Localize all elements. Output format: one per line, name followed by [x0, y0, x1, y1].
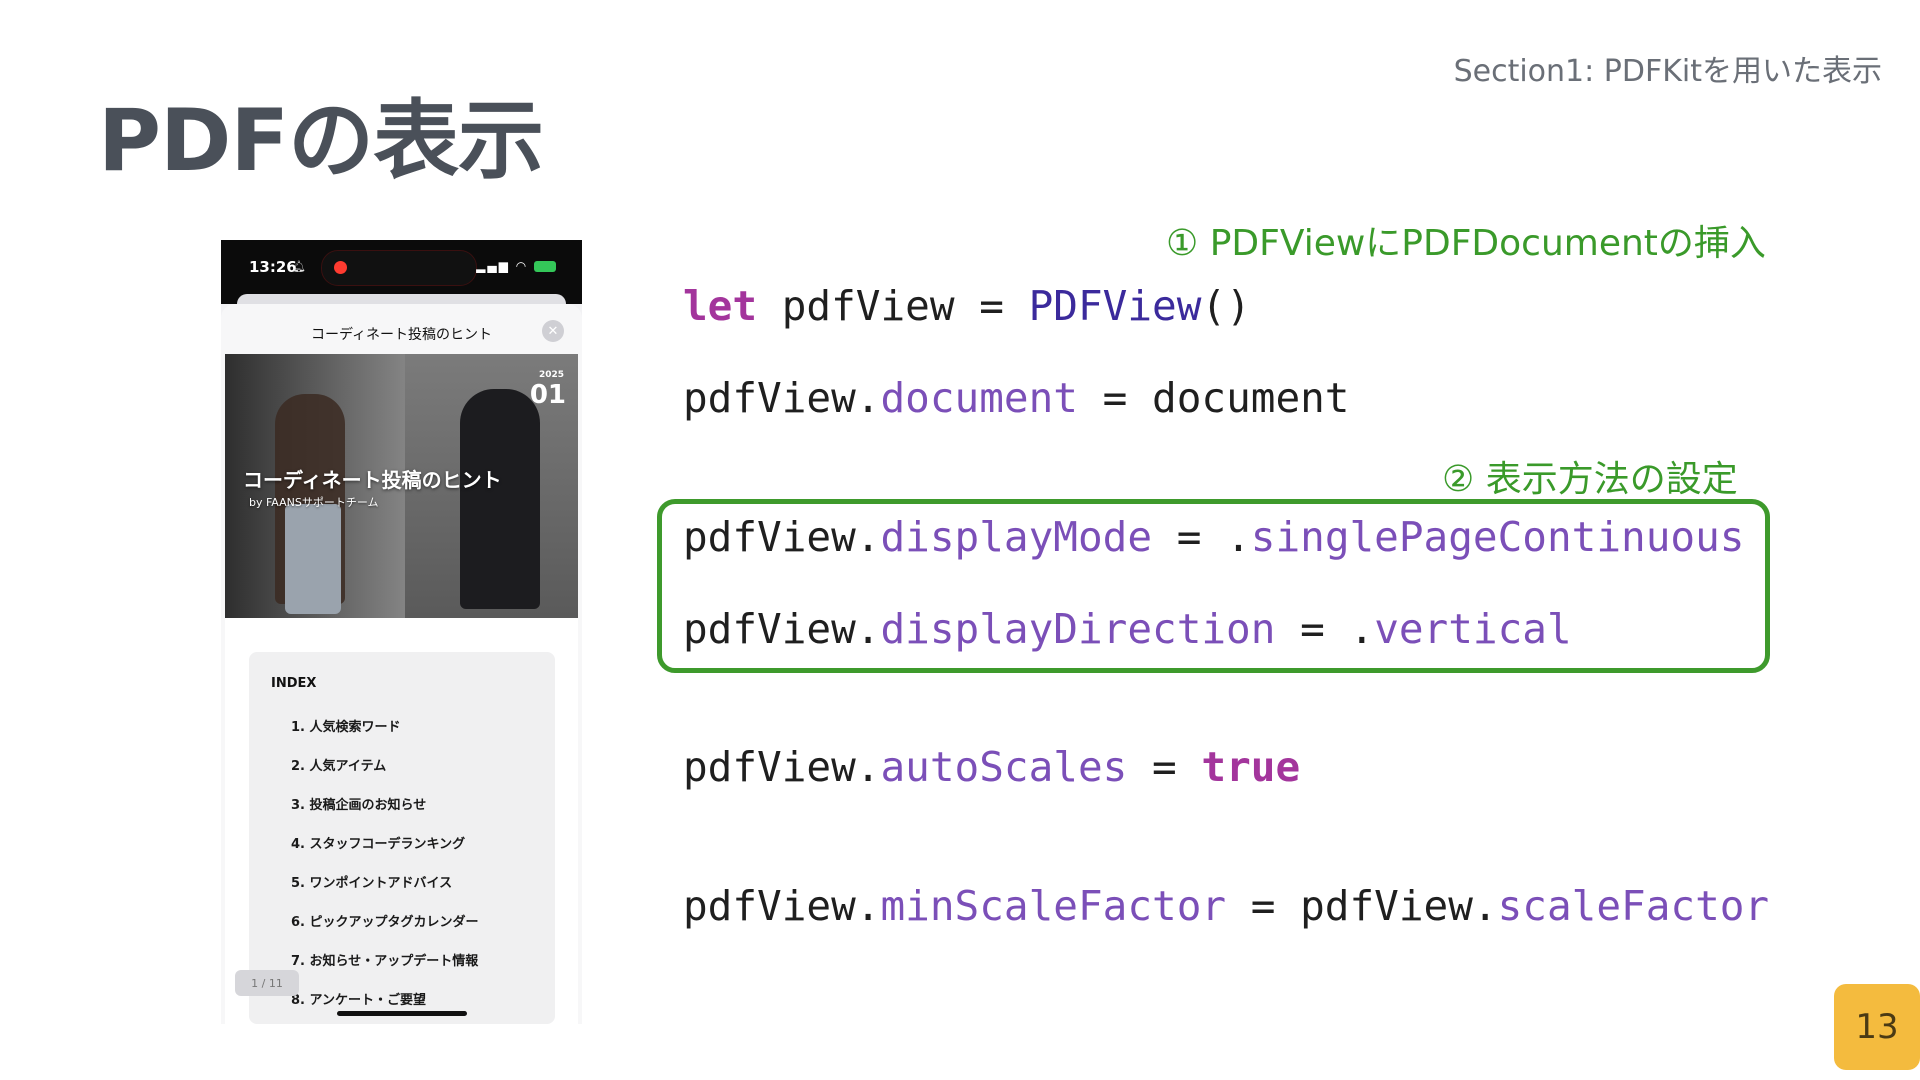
bell-icon: 🔔︎	[292, 260, 306, 273]
dynamic-island	[321, 250, 477, 286]
index-box: INDEX 1. 人気検索ワード 2. 人気アイテム 3. 投稿企画のお知らせ …	[249, 652, 555, 1024]
cover-subheading: by FAANSサポートチーム	[249, 496, 379, 509]
slide-title: PDFの表示	[98, 91, 544, 191]
code-line-1: let pdfView = PDFView()	[683, 282, 1251, 330]
code-line-3: pdfView.displayMode = .singlePageContinu…	[683, 513, 1745, 561]
page-indicator: 1 / 11	[235, 970, 299, 996]
recording-indicator-icon	[334, 261, 347, 274]
index-list: 1. 人気検索ワード 2. 人気アイテム 3. 投稿企画のお知らせ 4. スタッ…	[291, 716, 479, 1024]
code-line-6: pdfView.minScaleFactor = pdfView.scaleFa…	[683, 882, 1770, 930]
cover-year: 2025	[538, 370, 564, 380]
cover-heading: コーディネート投稿のヒント	[243, 468, 502, 492]
index-item[interactable]: 7. お知らせ・アップデート情報	[291, 950, 479, 989]
annotation-display-settings: ② 表示方法の設定	[1442, 459, 1738, 500]
code-line-5: pdfView.autoScales = true	[683, 743, 1301, 791]
status-time: 13:26	[249, 258, 297, 276]
index-item[interactable]: 6. ピックアップタグカレンダー	[291, 911, 479, 950]
index-item[interactable]: 4. スタッフコーデランキング	[291, 833, 479, 872]
sheet-title: コーディネート投稿のヒント	[310, 327, 493, 343]
status-icons: ▂▄▆ ◠	[476, 259, 556, 273]
cover-day: 01	[529, 380, 566, 410]
index-item[interactable]: 3. 投稿企画のお知らせ	[291, 794, 479, 833]
close-button[interactable]: ✕	[542, 320, 564, 342]
signal-icon: ▂▄▆	[476, 259, 510, 273]
index-item[interactable]: 5. ワンポイントアドバイス	[291, 872, 479, 911]
index-title: INDEX	[271, 676, 317, 691]
cover-image: 2025 01 コーディネート投稿のヒント by FAANSサポートチーム	[225, 354, 578, 618]
section-label: Section1: PDFKitを用いた表示	[1453, 54, 1882, 89]
index-item[interactable]: 8. アンケート・ご要望	[291, 989, 479, 1024]
annotation-insert-document: ① PDFViewにPDFDocumentの挿入	[1166, 223, 1766, 264]
index-item[interactable]: 2. 人気アイテム	[291, 755, 479, 794]
home-indicator[interactable]	[337, 1011, 467, 1016]
battery-icon	[534, 261, 556, 272]
index-item[interactable]: 1. 人気検索ワード	[291, 716, 479, 755]
phone-screenshot: 13:26 🔔︎ ▂▄▆ ◠ コーディネート投稿のヒント ✕ 2025 01 コ…	[221, 240, 582, 1024]
pdf-sheet: コーディネート投稿のヒント ✕ 2025 01 コーディネート投稿のヒント by…	[221, 304, 582, 1024]
wifi-icon: ◠	[515, 259, 529, 273]
close-icon: ✕	[547, 323, 559, 339]
page-number-badge: 13	[1834, 984, 1920, 1070]
code-line-4: pdfView.displayDirection = .vertical	[683, 605, 1572, 653]
code-line-2: pdfView.document = document	[683, 374, 1350, 422]
pdf-view[interactable]: 2025 01 コーディネート投稿のヒント by FAANSサポートチーム IN…	[225, 354, 578, 1024]
